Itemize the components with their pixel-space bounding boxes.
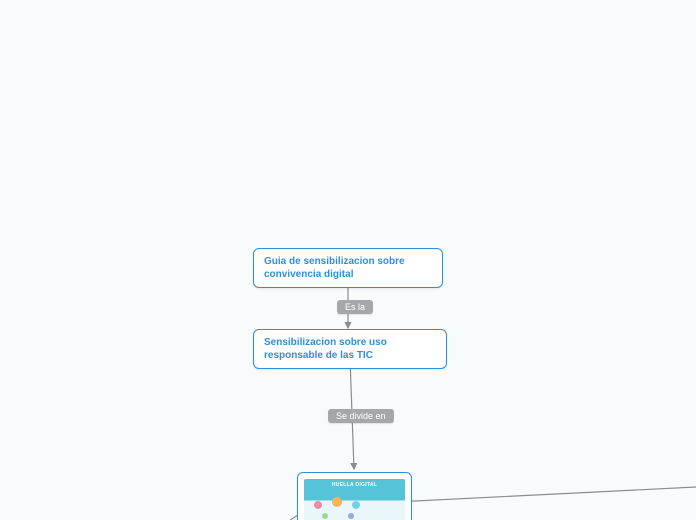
edge-label-se-divide-en: Se divide en [328,409,394,423]
edge-text: Se divide en [336,411,386,421]
edge-label-es-la: Es la [337,300,373,314]
graphic-dot [348,513,354,519]
node-sensibilizacion-tic[interactable]: Sensibilizacion sobre uso responsable de… [253,329,447,369]
thumbnail-title: HUELLA DIGITAL [304,482,405,488]
graphic-dot [332,497,342,507]
graphic-dot [322,513,328,519]
node-guia-sensibilizacion[interactable]: Guia de sensibilizacion sobre convivenci… [253,248,443,288]
edge-text: Es la [345,302,365,312]
node-label: Guia de sensibilizacion sobre convivenci… [264,256,405,280]
graphic-dot [314,501,322,509]
graphic-dot [352,501,360,509]
huella-digital-thumbnail: HUELLA DIGITAL [304,479,405,520]
node-huella-digital[interactable]: HUELLA DIGITAL [297,472,412,520]
diagram-canvas[interactable]: Guia de sensibilizacion sobre convivenci… [0,0,696,520]
node-label: Sensibilizacion sobre uso responsable de… [264,337,387,361]
